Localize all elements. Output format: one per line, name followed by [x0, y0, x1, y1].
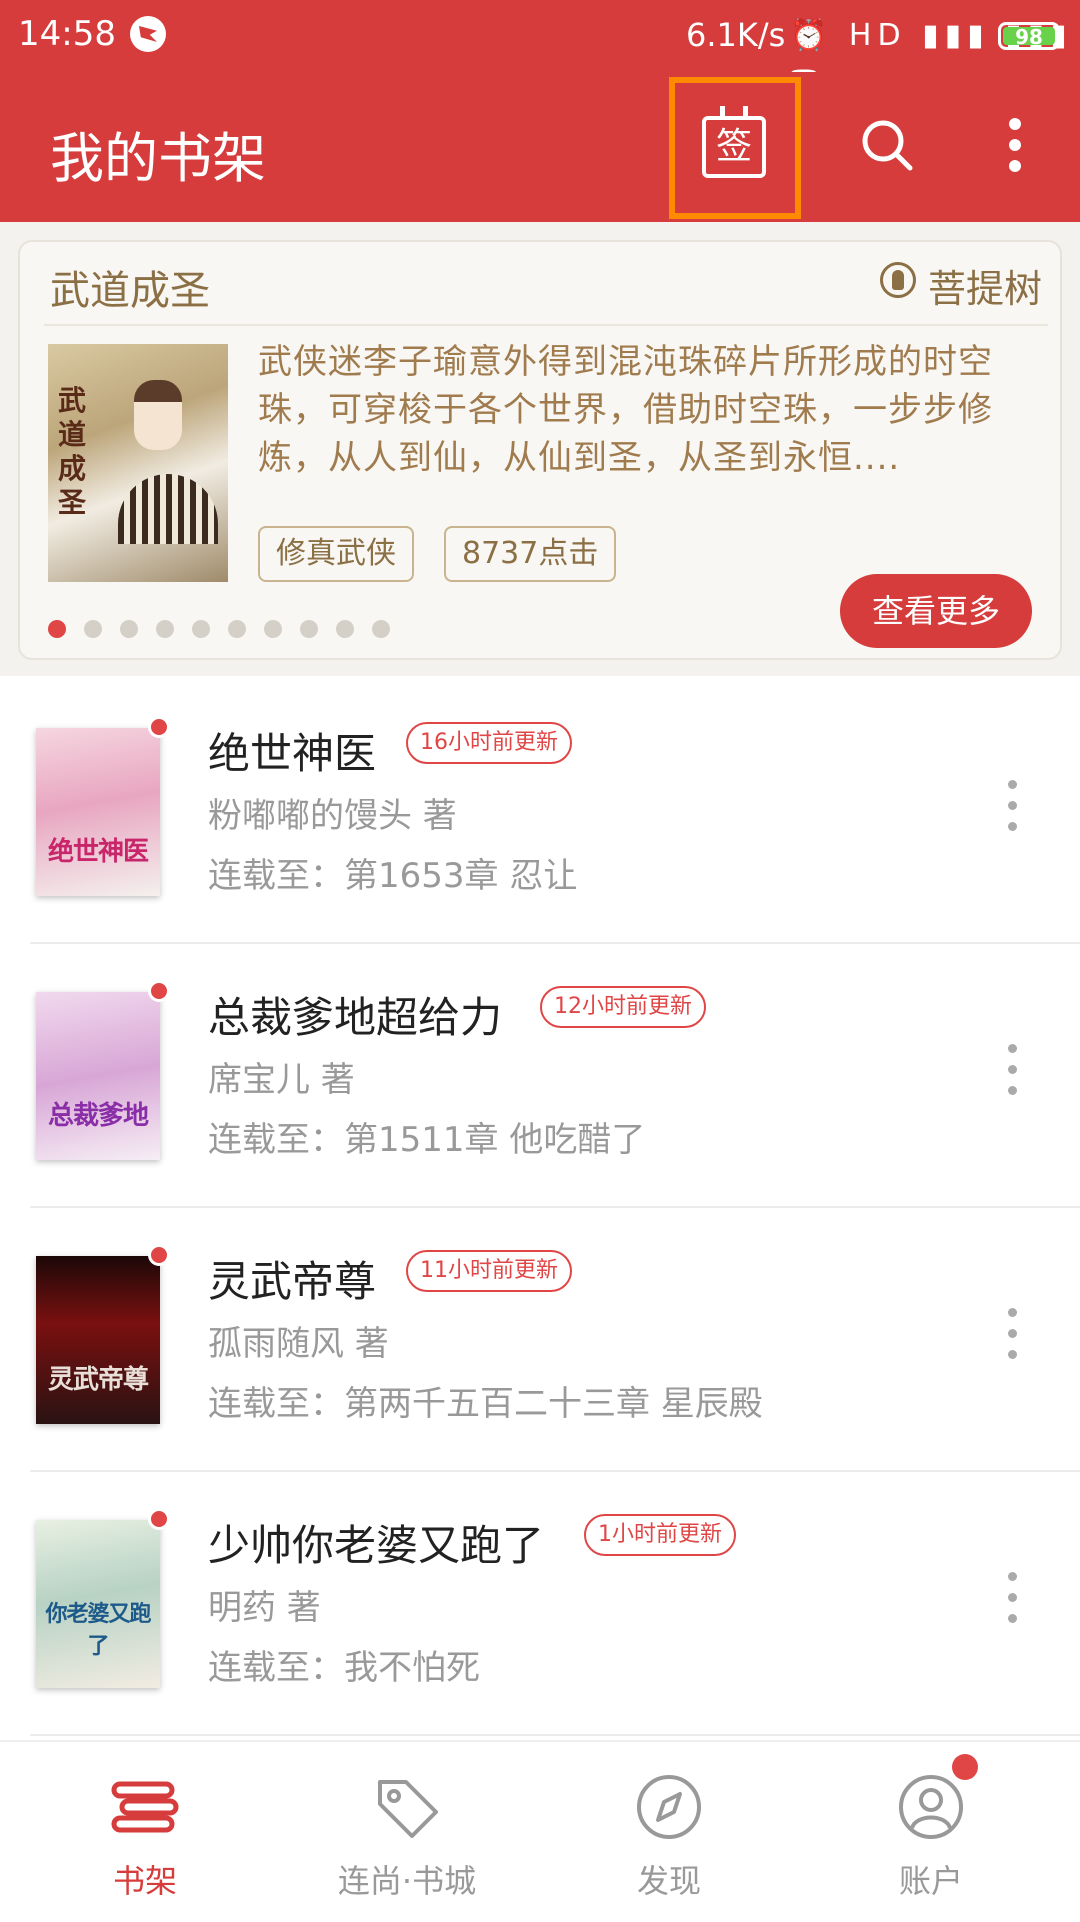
recommend-tag-clicks: 8737点击	[444, 526, 617, 582]
book-author: 席宝儿 著	[208, 1060, 355, 1100]
tag-icon	[378, 1780, 438, 1838]
notification-app-icon	[130, 16, 166, 52]
book-cover: 总裁爹地	[36, 992, 160, 1160]
compass-icon	[637, 1775, 701, 1839]
signin-button[interactable]: 签	[702, 106, 766, 178]
recommend-tag-genre: 修真武侠	[258, 526, 414, 582]
book-author: 粉嘟嘟的馒头 著	[208, 796, 457, 836]
user-icon	[899, 1775, 963, 1839]
book-more-icon[interactable]	[1004, 1308, 1020, 1368]
book-row[interactable]: 你老婆又跑了 少帅你老婆又跑了 1小时前更新 明药 著 连载至：我不怕死	[0, 1472, 1080, 1736]
book-cover-title: 灵武帝尊	[47, 1365, 149, 1395]
book-cover: 你老婆又跑了	[36, 1520, 160, 1688]
cover-figure	[134, 380, 182, 450]
search-icon[interactable]	[860, 118, 914, 172]
book-row[interactable]: 灵武帝尊 灵武帝尊 11小时前更新 孤雨随风 著 连载至：第两千五百二十三章 星…	[0, 1208, 1080, 1472]
bookshelf-icon	[111, 1781, 179, 1833]
book-row[interactable]: 绝世神医 绝世神医 16小时前更新 粉嘟嘟的馒头 著 连载至：第1653章 忍让	[0, 680, 1080, 944]
update-badge: 12小时前更新	[540, 986, 706, 1028]
carousel-dot[interactable]	[372, 620, 390, 638]
bottom-navigation: 书架 连尚·书城 发现 账户	[0, 1740, 1080, 1920]
recommend-book-title[interactable]: 武道成圣	[50, 258, 210, 316]
book-title: 绝世神医	[208, 729, 377, 778]
recommend-author-name: 菩提树	[928, 267, 1043, 311]
signin-label: 签	[715, 126, 752, 167]
carousel-dot[interactable]	[84, 620, 102, 638]
book-more-icon[interactable]	[1004, 1572, 1020, 1632]
book-title: 少帅你老婆又跑了	[208, 1521, 545, 1570]
nav-bookstore[interactable]: 连尚·书城	[272, 1742, 542, 1922]
book-cover: 灵武帝尊	[36, 1256, 160, 1424]
status-time: 14:58	[18, 14, 116, 54]
update-dot	[148, 1244, 170, 1266]
recommend-book-cover[interactable]: 武道成圣	[48, 344, 228, 582]
update-badge: 1小时前更新	[584, 1514, 736, 1556]
book-row[interactable]: 总裁爹地 总裁爹地超给力 12小时前更新 席宝儿 著 连载至：第1511章 他吃…	[0, 944, 1080, 1208]
carousel-dot[interactable]	[336, 620, 354, 638]
recommend-description: 武侠迷李子瑜意外得到混沌珠碎片所形成的时空珠，可穿梭于各个世界，借助时空珠，一步…	[258, 342, 993, 478]
book-cover-title: 你老婆又跑了	[45, 1602, 151, 1659]
nav-discover[interactable]: 发现	[534, 1742, 804, 1922]
book-author: 孤雨随风 著	[208, 1324, 389, 1364]
carousel-dot[interactable]	[228, 620, 246, 638]
book-title: 灵武帝尊	[208, 1257, 377, 1306]
account-notification-dot	[952, 1754, 978, 1780]
cover-fan	[118, 474, 218, 544]
book-latest-chapter: 连载至：第两千五百二十三章 星辰殿	[208, 1384, 763, 1424]
carousel-dot[interactable]	[156, 620, 174, 638]
book-latest-chapter: 连载至：第1511章 他吃醋了	[208, 1120, 646, 1160]
nav-label: 书架	[112, 1862, 177, 1900]
carousel-dot[interactable]	[192, 620, 210, 638]
network-speed: 6.1K/s	[686, 16, 786, 54]
book-latest-chapter: 连载至：第1653章 忍让	[208, 856, 578, 896]
book-cover-title: 总裁爹地	[47, 1101, 149, 1131]
book-cover: 绝世神医	[36, 728, 160, 896]
book-more-icon[interactable]	[1004, 1044, 1020, 1104]
cover-title: 武道成圣	[58, 384, 87, 519]
book-latest-chapter: 连载至：我不怕死	[208, 1648, 480, 1688]
view-more-button[interactable]: 查看更多	[840, 574, 1032, 648]
update-badge: 11小时前更新	[406, 1250, 572, 1292]
divider	[30, 1734, 1080, 1736]
nav-bookshelf[interactable]: 书架	[10, 1742, 280, 1922]
battery-level: 98	[1003, 27, 1055, 47]
author-icon	[880, 262, 916, 298]
carousel-dot[interactable]	[300, 620, 318, 638]
card-divider	[44, 324, 1048, 326]
carousel-dot[interactable]	[120, 620, 138, 638]
nav-label: 账户	[898, 1862, 963, 1900]
update-dot	[148, 1508, 170, 1530]
nav-account[interactable]: 账户	[796, 1742, 1066, 1922]
book-author: 明药 著	[208, 1588, 321, 1628]
update-dot	[148, 980, 170, 1002]
page-title: 我的书架	[50, 127, 266, 190]
update-dot	[148, 716, 170, 738]
overflow-menu-icon[interactable]	[1005, 118, 1025, 174]
status-bar: 14:58 6.1K/s ⏰ HD ▮▮▮ ▮▮▮ ᯤ 98	[0, 0, 1080, 93]
book-title: 总裁爹地超给力	[208, 993, 503, 1042]
update-badge: 16小时前更新	[406, 722, 572, 764]
carousel-dot[interactable]	[48, 620, 66, 638]
carousel-dot[interactable]	[264, 620, 282, 638]
book-cover-title: 绝世神医	[47, 837, 149, 867]
book-more-icon[interactable]	[1004, 780, 1020, 840]
battery-icon: 98	[998, 22, 1060, 50]
nav-label: 连尚·书城	[337, 1862, 477, 1900]
nav-label: 发现	[636, 1862, 701, 1900]
